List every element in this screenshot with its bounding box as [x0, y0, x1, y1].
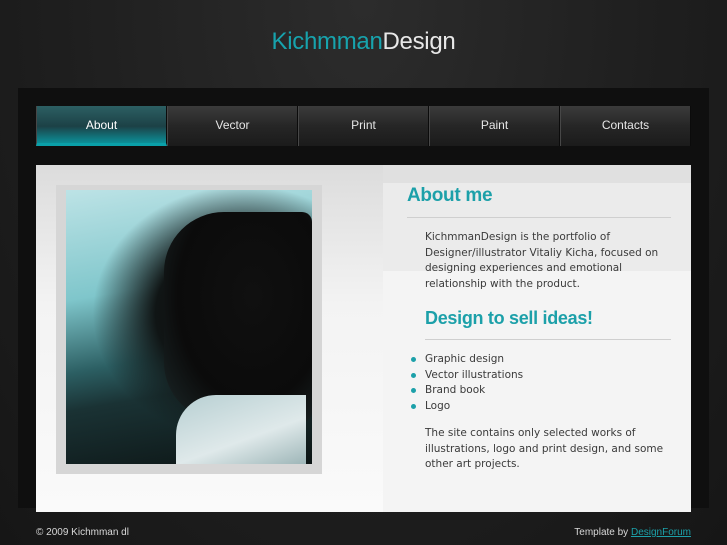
footer-credit: Template by DesignForum: [574, 527, 691, 538]
services-list: Graphic design Vector illustrations Bran…: [411, 352, 671, 414]
portrait-head: [164, 212, 312, 422]
footer-copyright: © 2009 Kichmman dl: [36, 527, 129, 538]
about-column: About me KichmmanDesign is the portfolio…: [407, 185, 671, 473]
service-label: Graphic design: [425, 353, 505, 365]
portrait-shirt: [176, 395, 306, 464]
bullet-icon: [411, 388, 416, 393]
about-text: KichmmanDesign is the portfolio of Desig…: [425, 231, 659, 290]
list-item: Vector illustrations: [411, 368, 671, 384]
service-label: Brand book: [425, 384, 486, 396]
main-nav: About Vector Print Paint Contacts: [36, 106, 691, 146]
nav-item-contacts[interactable]: Contacts: [560, 106, 691, 146]
sell-heading: Design to sell ideas!: [425, 308, 671, 340]
photo-panel: [36, 165, 383, 512]
bullet-icon: [411, 403, 416, 409]
nav-item-vector[interactable]: Vector: [167, 106, 298, 146]
list-item: Brand book: [411, 383, 671, 399]
footer-template-prefix: Template by: [574, 527, 629, 538]
list-item: Graphic design: [411, 352, 671, 368]
list-item: Logo: [411, 399, 671, 415]
content-panel: About me KichmmanDesign is the portfolio…: [36, 165, 691, 512]
logo-part-2: Design: [382, 28, 456, 55]
nav-item-about[interactable]: About: [36, 106, 167, 146]
site-logo[interactable]: KichmmanDesign: [0, 28, 727, 56]
photo-frame: [56, 185, 322, 474]
bullet-icon: [411, 372, 416, 378]
logo-part-1: Kichmman: [271, 28, 383, 55]
nav-item-paint[interactable]: Paint: [429, 106, 560, 146]
nav-item-print[interactable]: Print: [298, 106, 429, 146]
service-label: Logo: [425, 399, 451, 412]
portrait-photo: [66, 190, 312, 464]
about-heading: About me: [407, 185, 671, 218]
bullet-icon: [411, 357, 416, 362]
designforum-link[interactable]: DesignForum: [631, 527, 691, 538]
sell-text: The site contains only selected works of…: [425, 427, 664, 470]
service-label: Vector illustrations: [425, 368, 524, 381]
